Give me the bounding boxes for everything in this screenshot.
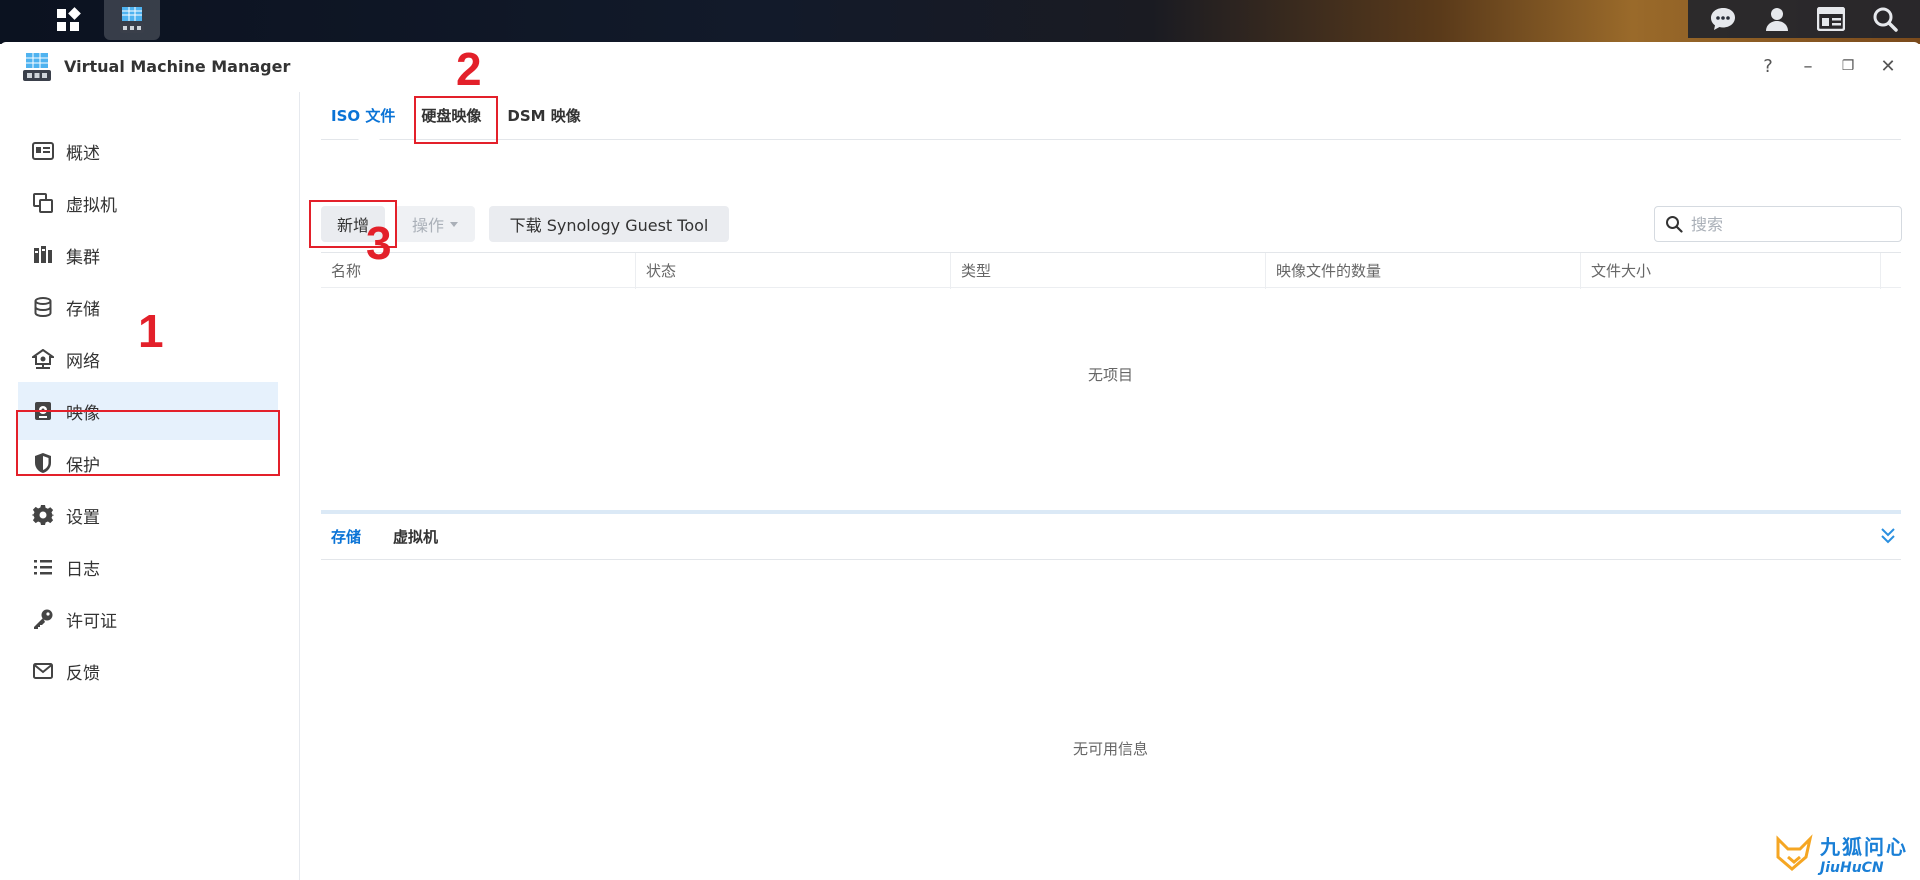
vm-icon bbox=[32, 192, 54, 214]
sidebar-item-label: 许可证 bbox=[66, 611, 117, 632]
fox-logo-icon bbox=[1776, 834, 1813, 871]
annotation-3: 3 bbox=[366, 217, 392, 269]
vmm-app-icon bbox=[120, 7, 144, 33]
tab-iso-file[interactable]: ISO 文件 bbox=[321, 92, 405, 141]
vmm-window: Virtual Machine Manager ? – ❐ ✕ 概述 虚拟机 集… bbox=[0, 42, 1920, 880]
sidebar-item-label: 反馈 bbox=[66, 663, 100, 684]
action-label: 操作 bbox=[411, 216, 444, 235]
sidebar-item-label: 存储 bbox=[66, 299, 100, 320]
sidebar-item-log[interactable]: 日志 bbox=[18, 538, 278, 596]
watermark-cn: 九狐问心 bbox=[1820, 834, 1908, 859]
storage-icon bbox=[32, 296, 54, 318]
close-icon: ✕ bbox=[1880, 55, 1896, 77]
sidebar-item-settings[interactable]: 设置 bbox=[18, 486, 278, 544]
empty-detail-message: 无可用信息 bbox=[1072, 740, 1148, 758]
vmm-app-icon bbox=[23, 53, 51, 81]
sidebar-item-label: 设置 bbox=[66, 507, 100, 528]
highlight-box-image bbox=[16, 410, 280, 476]
minimize-icon: – bbox=[1803, 55, 1813, 77]
tab-storage[interactable]: 存储 bbox=[321, 514, 371, 560]
sidebar: 概述 虚拟机 集群 存储 网络 映像 保护 设置 日志 许可证 反馈 bbox=[0, 92, 300, 880]
tab-dsm-image[interactable]: DSM 映像 bbox=[497, 92, 590, 140]
annotation-2: 2 bbox=[456, 43, 482, 95]
watermark-text: 九狐问心 JiuHuCN bbox=[1820, 831, 1908, 876]
widgets-button[interactable] bbox=[1811, 2, 1851, 36]
search-icon bbox=[1666, 216, 1683, 233]
help-button[interactable]: ? bbox=[1758, 55, 1778, 77]
sidebar-item-feedback[interactable]: 反馈 bbox=[18, 642, 278, 700]
key-icon bbox=[32, 608, 54, 630]
window-titlebar: Virtual Machine Manager ? – ❐ ✕ bbox=[0, 42, 1920, 92]
column-header-type[interactable]: 类型 bbox=[951, 253, 1266, 289]
taskbar-left bbox=[40, 0, 160, 40]
help-icon: ? bbox=[1763, 55, 1773, 77]
tab-virtual-machine[interactable]: 虚拟机 bbox=[383, 514, 448, 560]
taskbar-right bbox=[1688, 0, 1920, 38]
column-header-file-size[interactable]: 文件大小 bbox=[1581, 253, 1881, 289]
widget-icon bbox=[1817, 7, 1845, 31]
cluster-icon bbox=[32, 244, 54, 266]
global-search-button[interactable] bbox=[1865, 2, 1905, 36]
gear-icon bbox=[32, 504, 54, 526]
sidebar-item-label: 虚拟机 bbox=[66, 195, 117, 216]
sidebar-item-label: 集群 bbox=[66, 247, 100, 268]
sidebar-item-vm[interactable]: 虚拟机 bbox=[18, 174, 278, 232]
sidebar-item-overview[interactable]: 概述 bbox=[18, 122, 278, 180]
search-box[interactable] bbox=[1654, 206, 1902, 242]
overview-icon bbox=[32, 140, 54, 162]
tab-bar: ISO 文件 硬盘映像 DSM 映像 bbox=[321, 92, 1901, 141]
grid-icon bbox=[57, 7, 81, 31]
sidebar-item-label: 日志 bbox=[66, 559, 100, 580]
sidebar-item-license[interactable]: 许可证 bbox=[18, 590, 278, 648]
sidebar-item-label: 网络 bbox=[66, 351, 100, 372]
bottom-tab-bar: 存储 虚拟机 bbox=[321, 514, 1901, 560]
main-menu-button[interactable] bbox=[40, 0, 96, 40]
user-button[interactable] bbox=[1757, 2, 1797, 36]
search-input[interactable] bbox=[1691, 214, 1881, 234]
main-content: ISO 文件 硬盘映像 DSM 映像 新增 操作 下载 Synology Gue… bbox=[301, 92, 1920, 880]
collapse-panel-button[interactable] bbox=[1876, 524, 1900, 548]
desktop-taskbar bbox=[0, 0, 1920, 44]
restore-button[interactable]: ❐ bbox=[1838, 56, 1858, 76]
taskbar-vmm-button[interactable] bbox=[104, 0, 160, 40]
search-icon bbox=[1873, 7, 1898, 32]
column-header-image-count[interactable]: 映像文件的数量 bbox=[1266, 253, 1581, 289]
restore-icon: ❐ bbox=[1841, 58, 1855, 74]
chat-icon bbox=[1711, 8, 1735, 30]
table-header: 名称 状态 类型 映像文件的数量 文件大小 bbox=[321, 252, 1901, 289]
download-guest-tool-button[interactable]: 下载 Synology Guest Tool bbox=[489, 206, 729, 242]
column-header-status[interactable]: 状态 bbox=[636, 253, 951, 289]
network-icon bbox=[32, 348, 54, 370]
notifications-button[interactable] bbox=[1703, 2, 1743, 36]
mail-icon bbox=[32, 660, 54, 682]
double-chevron-down-icon bbox=[1881, 528, 1895, 544]
log-icon bbox=[32, 556, 54, 578]
watermark: 九狐问心 JiuHuCN bbox=[1774, 828, 1908, 878]
chevron-down-icon bbox=[450, 221, 458, 227]
user-icon bbox=[1766, 8, 1788, 31]
watermark-en: JiuHuCN bbox=[1820, 859, 1884, 876]
minimize-button[interactable]: – bbox=[1798, 55, 1818, 77]
sidebar-item-cluster[interactable]: 集群 bbox=[18, 226, 278, 284]
annotation-1: 1 bbox=[138, 305, 164, 357]
close-button[interactable]: ✕ bbox=[1878, 55, 1898, 77]
sidebar-item-label: 概述 bbox=[66, 143, 100, 164]
window-title: Virtual Machine Manager bbox=[64, 57, 291, 76]
highlight-box-disk-image bbox=[414, 96, 498, 144]
action-button[interactable]: 操作 bbox=[395, 206, 475, 242]
empty-table-message: 无项目 bbox=[1087, 366, 1133, 384]
window-controls: ? – ❐ ✕ bbox=[1758, 55, 1898, 77]
